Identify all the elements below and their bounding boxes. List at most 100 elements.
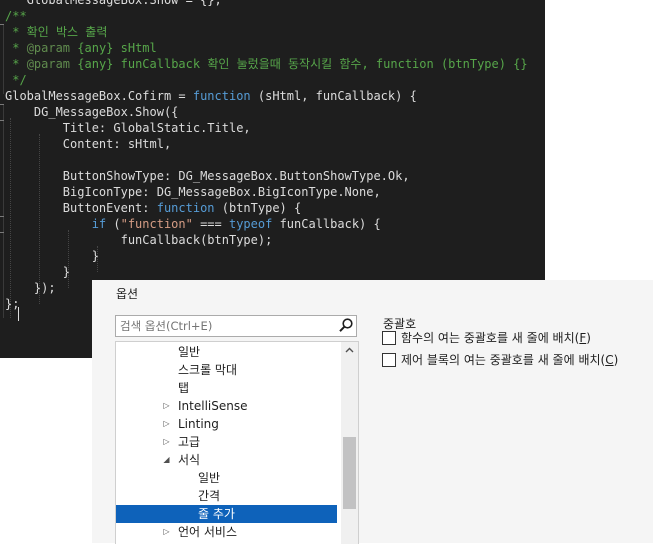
code-token: function [192, 89, 251, 103]
tree-item-label: 언어 서비스 [178, 525, 238, 539]
code-token: BigIconType: DG_MessageBox.BigIconType.N… [5, 185, 381, 199]
code-token: } [5, 249, 99, 263]
code-token: ButtonShowType: DG_MessageBox.ButtonShow… [5, 169, 410, 183]
code-token: funCallback(btnType); [5, 233, 273, 247]
code-token: ( [106, 217, 121, 231]
tree-item-label: 간격 [198, 489, 221, 503]
code-token: @param [26, 57, 71, 71]
tree-item-label: 일반 [198, 471, 221, 485]
code-line: * @param {any} funCallback 확인 눌렀을때 동작시킬 … [5, 56, 528, 72]
tree-item-label: 줄 추가 [198, 507, 235, 521]
option-label: 함수의 여는 중괄호를 새 줄에 배치(F) [401, 331, 591, 345]
collapsed-arrow-icon[interactable]: ▷ [162, 415, 171, 433]
code-token: * [5, 57, 27, 71]
code-token: {any} funCallback 확인 눌렀을때 동작시킬 함수, funct… [70, 57, 528, 71]
tree-scrollbar[interactable] [341, 342, 358, 544]
code-token: if [91, 217, 107, 231]
code-token: (btnType) { [214, 201, 302, 215]
code-line: DG_MessageBox.Show({ [5, 104, 179, 120]
indent-guide [68, 230, 69, 288]
options-tree[interactable]: 일반 스크롤 막대 탭 ▷ IntelliSense ▷ Linting ▷ 고급 ◢ 서식 일반 간격… [115, 341, 359, 544]
dialog-title: 옵션 [116, 287, 139, 301]
code-line: /** [5, 8, 27, 24]
code-token: GlobalMessageBox.Cofirm = [5, 89, 193, 103]
code-line: BigIconType: DG_MessageBox.BigIconType.N… [5, 184, 381, 200]
code-token: "function" [120, 217, 193, 231]
collapsed-arrow-icon[interactable]: ▷ [162, 523, 171, 541]
code-line: GlobalMessageBox.Show = {}; [5, 0, 222, 8]
checkbox-function-brace[interactable] [382, 331, 396, 345]
code-line: ButtonEvent: function (btnType) { [5, 200, 301, 216]
code-token: } [5, 265, 71, 279]
code-token: * [5, 41, 27, 55]
code-token: * 확인 박스 출력 [5, 25, 108, 39]
tree-item[interactable]: 탭 [116, 379, 337, 397]
fold-bar-comment [3, 24, 4, 94]
search-box[interactable] [115, 315, 357, 337]
code-token: */ [5, 73, 27, 87]
code-token: }); [5, 281, 56, 295]
code-line: * 확인 박스 출력 [5, 24, 107, 40]
code-line: Content: sHtml, [5, 136, 171, 152]
fold-marker [0, 232, 4, 233]
code-token: typeof [228, 217, 273, 231]
tree-item[interactable]: 스크롤 막대 [116, 361, 337, 379]
fold-marker [0, 104, 4, 105]
code-line: } [5, 264, 70, 280]
checkbox-control-brace[interactable] [382, 353, 396, 367]
tree-item[interactable]: ◢ 서식 [116, 451, 337, 469]
code-token: {any} sHtml [70, 41, 157, 55]
scroll-up-arrow-icon[interactable] [341, 342, 358, 359]
code-token: (sHtml, funCallback) { [250, 89, 417, 103]
code-line: GlobalMessageBox.Cofirm = function (sHtm… [5, 88, 417, 104]
code-line: ButtonShowType: DG_MessageBox.ButtonShow… [5, 168, 410, 184]
code-token: === [192, 217, 229, 231]
code-line: funCallback(btnType); [5, 232, 273, 248]
tree-item[interactable]: ▷ IntelliSense [116, 397, 337, 415]
tree-item-label: Linting [178, 417, 219, 431]
fold-marker [0, 120, 4, 121]
indent-guide [39, 134, 40, 304]
code-token: Title: GlobalStatic.Title, [5, 121, 251, 135]
tree-item[interactable]: 일반 [116, 343, 337, 361]
code-token: function [156, 201, 215, 215]
options-dialog: 옵션 일반스크롤 막대탭▷IntelliSense▷Linting▷고급◢서식일… [92, 280, 653, 544]
fold-marker [0, 24, 4, 25]
tree-item-label: 스크롤 막대 [178, 363, 238, 377]
tree-item[interactable]: ▷ 언어 서비스 [116, 523, 337, 541]
tree-item-label: 고급 [178, 435, 201, 449]
code-line: * @param {any} sHtml [5, 40, 157, 56]
tree-item[interactable]: 일반 [116, 469, 337, 487]
indent-guide [97, 246, 98, 272]
code-token: DG_MessageBox.Show({ [5, 105, 179, 119]
code-token: ButtonEvent: [5, 201, 157, 215]
code-token: /** [5, 9, 27, 23]
collapsed-arrow-icon[interactable]: ▷ [162, 433, 171, 451]
code-line: } [5, 248, 99, 264]
option-label: 제어 블록의 여는 중괄호를 새 줄에 배치(C) [401, 353, 619, 367]
tree-item-label: 일반 [178, 345, 201, 359]
search-icon[interactable] [338, 317, 354, 334]
code-line: Title: GlobalStatic.Title, [5, 120, 251, 136]
indent-guide [10, 118, 11, 318]
code-token: Content: sHtml, [5, 137, 172, 151]
fold-bar-function [3, 104, 4, 318]
code-line: */ [5, 72, 27, 88]
collapsed-arrow-icon[interactable]: ▷ [162, 397, 171, 415]
tree-item-label: IntelliSense [178, 399, 248, 413]
tree-item[interactable]: 줄 추가 [116, 505, 337, 523]
code-token: @param [26, 41, 71, 55]
code-token: GlobalMessageBox.Show = {}; [5, 0, 222, 7]
tree-item[interactable]: 간격 [116, 487, 337, 505]
scroll-thumb[interactable] [343, 437, 356, 509]
tree-item[interactable]: ▷ Linting [116, 415, 337, 433]
code-line: if ("function" === typeof funCallback) { [5, 216, 381, 232]
background-area [0, 358, 92, 543]
tree-item-label: 탭 [178, 381, 190, 395]
fold-marker [0, 216, 4, 217]
tree-item[interactable]: ▷ 고급 [116, 433, 337, 451]
search-input[interactable] [120, 318, 330, 333]
expanded-arrow-icon[interactable]: ◢ [162, 451, 171, 469]
code-line: }); [5, 280, 56, 296]
